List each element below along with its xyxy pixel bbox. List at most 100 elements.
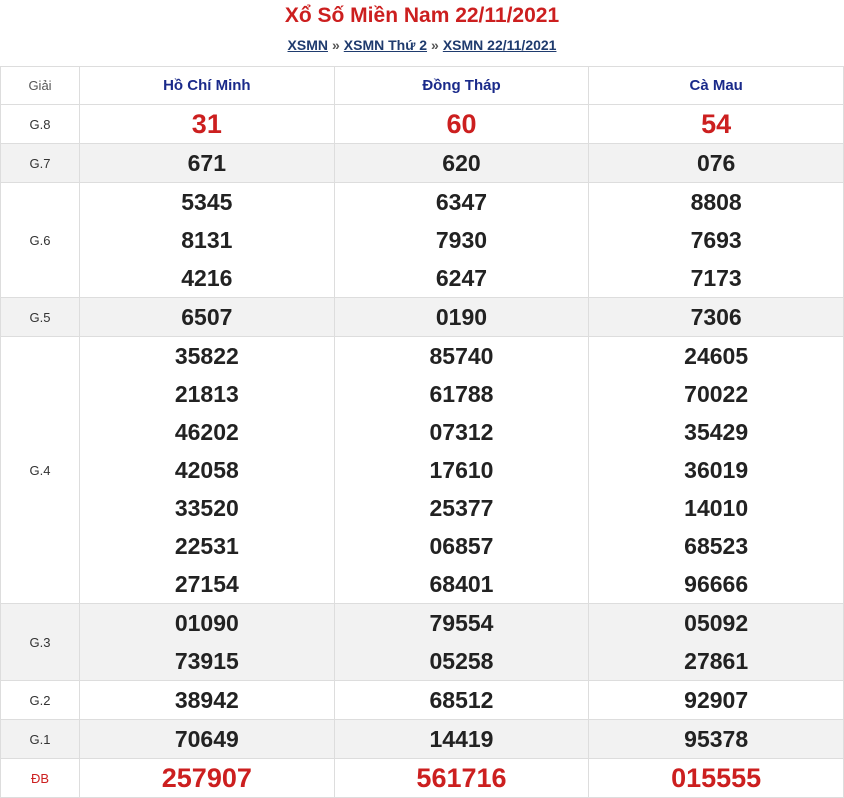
prize-cell: 620 bbox=[333, 143, 590, 183]
prize-number: 60 bbox=[446, 109, 477, 139]
prize-cell: 8808 7693 7173 bbox=[588, 182, 844, 298]
prize-number: 35822 bbox=[174, 343, 239, 369]
prize-number: 05258 bbox=[429, 648, 494, 674]
table-header-row: Giải Hồ Chí Minh Đồng Tháp Cà Mau bbox=[0, 66, 844, 105]
prize-number: 54 bbox=[701, 109, 732, 139]
prize-number: 46202 bbox=[174, 419, 239, 445]
prize-cell: 70649 bbox=[79, 719, 335, 759]
prize-cell: 0190 bbox=[333, 297, 590, 337]
prize-number: 92907 bbox=[684, 687, 749, 713]
prize-number: 27861 bbox=[684, 648, 749, 674]
prize-number: 79554 bbox=[429, 610, 494, 636]
prize-number: 015555 bbox=[671, 763, 762, 793]
prize-number: 96666 bbox=[684, 571, 749, 597]
column-header-giai: Giải bbox=[0, 66, 80, 105]
prize-cell: 6347 7930 6247 bbox=[333, 182, 590, 298]
prize-number: 6247 bbox=[435, 265, 488, 291]
prize-cell: 015555 bbox=[588, 758, 844, 798]
prize-label: G.3 bbox=[0, 603, 80, 681]
prize-label: G.7 bbox=[0, 143, 80, 183]
table-row: G.1 70649 14419 95378 bbox=[0, 719, 844, 759]
prize-number: 17610 bbox=[429, 457, 494, 483]
prize-number: 01090 bbox=[174, 610, 239, 636]
prize-label: G.1 bbox=[0, 719, 80, 759]
breadcrumb-separator: » bbox=[331, 37, 340, 53]
table-row: G.4 35822 21813 46202 42058 33520 22531 27154 85… bbox=[0, 336, 844, 604]
prize-cell: 38942 bbox=[79, 680, 335, 720]
table-row: ĐB 257907 561716 015555 bbox=[0, 758, 844, 798]
results-body: G.8 31 60 54 G.7 671 620 076 G.6 5345 8131 4216 6347… bbox=[0, 104, 844, 798]
prize-number: 36019 bbox=[684, 457, 749, 483]
prize-cell: 14419 bbox=[333, 719, 590, 759]
column-header-province: Cà Mau bbox=[588, 66, 844, 105]
prize-number: 70649 bbox=[174, 726, 239, 752]
prize-cell: 35822 21813 46202 42058 33520 22531 27154 bbox=[79, 336, 335, 604]
prize-number: 14010 bbox=[684, 495, 749, 521]
prize-label: ĐB bbox=[0, 758, 80, 798]
prize-label: G.8 bbox=[0, 104, 80, 144]
prize-number: 257907 bbox=[161, 763, 252, 793]
prize-label: G.2 bbox=[0, 680, 80, 720]
prize-number: 42058 bbox=[174, 457, 239, 483]
prize-number: 6507 bbox=[181, 304, 233, 330]
prize-number: 24605 bbox=[684, 343, 749, 369]
prize-number: 0190 bbox=[435, 304, 488, 330]
prize-cell: 7306 bbox=[588, 297, 844, 337]
prize-number: 85740 bbox=[429, 343, 494, 369]
prize-number: 671 bbox=[187, 150, 227, 176]
prize-number: 7930 bbox=[435, 227, 488, 253]
prize-number: 561716 bbox=[416, 763, 507, 793]
column-header-province: Đồng Tháp bbox=[333, 66, 590, 105]
prize-cell: 6507 bbox=[79, 297, 335, 337]
prize-cell: 54 bbox=[588, 104, 844, 144]
prize-cell: 68512 bbox=[333, 680, 590, 720]
prize-number: 95378 bbox=[684, 726, 749, 752]
prize-cell: 5345 8131 4216 bbox=[79, 182, 335, 298]
prize-cell: 85740 61788 07312 17610 25377 06857 68401 bbox=[333, 336, 590, 604]
prize-cell: 05092 27861 bbox=[588, 603, 844, 681]
page-header: Xổ Số Miền Nam 22/11/2021 XSMN» XSMN Thứ … bbox=[0, 0, 844, 60]
prize-number: 05092 bbox=[684, 610, 749, 636]
table-row: G.6 5345 8131 4216 6347 7930 6247 8808 7693 7173 bbox=[0, 182, 844, 298]
prize-number: 21813 bbox=[174, 381, 239, 407]
breadcrumb-link-thu2[interactable]: XSMN Thứ 2 bbox=[344, 37, 427, 53]
prize-cell: 257907 bbox=[79, 758, 335, 798]
prize-number: 73915 bbox=[174, 648, 239, 674]
prize-cell: 31 bbox=[79, 104, 335, 144]
prize-number: 68401 bbox=[429, 571, 494, 597]
prize-label: G.6 bbox=[0, 182, 80, 298]
prize-number: 8808 bbox=[690, 189, 742, 215]
page-title: Xổ Số Miền Nam 22/11/2021 bbox=[284, 4, 560, 27]
results-table: Giải Hồ Chí Minh Đồng Tháp Cà Mau G.8 31 6… bbox=[0, 66, 844, 798]
prize-number: 06857 bbox=[429, 533, 494, 559]
prize-cell: 92907 bbox=[588, 680, 844, 720]
prize-cell: 60 bbox=[333, 104, 590, 144]
table-row: G.7 671 620 076 bbox=[0, 143, 844, 183]
prize-number: 14419 bbox=[429, 726, 494, 752]
prize-number: 68523 bbox=[684, 533, 749, 559]
breadcrumb-link-date[interactable]: XSMN 22/11/2021 bbox=[443, 37, 557, 53]
prize-number: 4216 bbox=[181, 265, 233, 291]
prize-label: G.5 bbox=[0, 297, 80, 337]
prize-cell: 95378 bbox=[588, 719, 844, 759]
prize-number: 61788 bbox=[429, 381, 494, 407]
prize-cell: 01090 73915 bbox=[79, 603, 335, 681]
prize-number: 25377 bbox=[429, 495, 494, 521]
column-header-province: Hồ Chí Minh bbox=[79, 66, 335, 105]
breadcrumb-link-xsmn[interactable]: XSMN bbox=[288, 37, 328, 53]
prize-number: 38942 bbox=[174, 687, 239, 713]
prize-number: 7693 bbox=[690, 227, 742, 253]
table-row: G.2 38942 68512 92907 bbox=[0, 680, 844, 720]
prize-number: 076 bbox=[696, 150, 736, 176]
prize-number: 68512 bbox=[429, 687, 494, 713]
prize-number: 27154 bbox=[174, 571, 239, 597]
prize-number: 22531 bbox=[174, 533, 239, 559]
prize-number: 8131 bbox=[181, 227, 233, 253]
prize-cell: 79554 05258 bbox=[333, 603, 590, 681]
prize-number: 620 bbox=[442, 150, 481, 176]
prize-number: 70022 bbox=[684, 381, 749, 407]
prize-cell: 24605 70022 35429 36019 14010 68523 96666 bbox=[588, 336, 844, 604]
prize-cell: 076 bbox=[588, 143, 844, 183]
prize-number: 33520 bbox=[174, 495, 239, 521]
prize-number: 5345 bbox=[181, 189, 233, 215]
